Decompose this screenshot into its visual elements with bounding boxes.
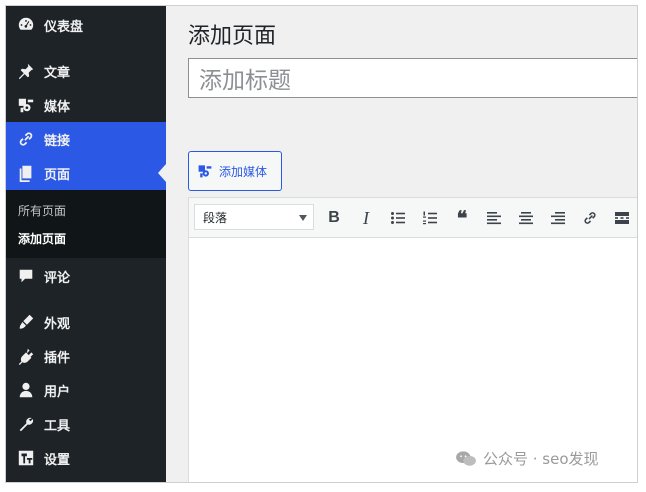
watermark: 公众号 · seo发现 bbox=[455, 448, 599, 469]
sidebar-item-label: 用户 bbox=[44, 384, 71, 400]
pages-submenu: 所有页面 添加页面 bbox=[6, 190, 166, 258]
sidebar-item-settings[interactable]: 设置 bbox=[6, 441, 166, 475]
link-icon bbox=[16, 129, 36, 149]
sidebar-item-comments[interactable]: 评论 bbox=[6, 259, 166, 293]
insert-link-button[interactable] bbox=[580, 208, 600, 228]
sidebar-item-links[interactable]: 链接 bbox=[6, 122, 166, 156]
read-more-icon bbox=[615, 212, 629, 224]
link-icon bbox=[584, 212, 596, 224]
content-editor[interactable]: 段落 B I ❝ bbox=[188, 197, 637, 482]
format-select-value: 段落 bbox=[203, 210, 228, 225]
add-media-label: 添加媒体 bbox=[219, 164, 268, 179]
sidebar-item-tools[interactable]: 工具 bbox=[6, 407, 166, 441]
sidebar-item-label: 评论 bbox=[44, 270, 71, 286]
sidebar-item-label: 插件 bbox=[44, 350, 71, 366]
sidebar-item-label: 设置 bbox=[44, 452, 71, 468]
sidebar-item-appearance[interactable]: 外观 bbox=[6, 305, 166, 339]
bullet-list-icon bbox=[391, 212, 405, 224]
comment-icon bbox=[16, 266, 36, 286]
format-select[interactable]: 段落 bbox=[194, 204, 314, 230]
sidebar-item-label: 链接 bbox=[44, 133, 71, 149]
blockquote-button[interactable]: ❝ bbox=[452, 208, 472, 230]
align-center-button[interactable] bbox=[516, 208, 536, 228]
media-icon bbox=[16, 95, 36, 115]
watermark-text: 公众号 · seo发现 bbox=[483, 450, 599, 468]
brush-icon bbox=[16, 312, 36, 332]
screenshot-frame: 仪表盘 文章 媒体 链接 页面 所有页面 添加页面 评论 外观 插件 用户 工具… bbox=[5, 5, 638, 483]
align-right-button[interactable] bbox=[548, 208, 568, 228]
sidebar-item-users[interactable]: 用户 bbox=[6, 373, 166, 407]
numbered-list-button[interactable] bbox=[420, 208, 440, 228]
settings-icon bbox=[16, 448, 36, 468]
sidebar-item-pages[interactable]: 页面 bbox=[6, 156, 166, 190]
sidebar-item-label: 页面 bbox=[44, 167, 71, 183]
add-media-button[interactable]: 添加媒体 bbox=[188, 151, 282, 191]
sidebar-item-label: 工具 bbox=[44, 418, 71, 434]
italic-button[interactable]: I bbox=[356, 208, 376, 228]
media-icon bbox=[198, 165, 212, 178]
admin-sidebar: 仪表盘 文章 媒体 链接 页面 所有页面 添加页面 评论 外观 插件 用户 工具… bbox=[6, 6, 166, 482]
plugin-icon bbox=[16, 346, 36, 366]
submenu-add-page[interactable]: 添加页面 bbox=[18, 230, 66, 247]
align-center-icon bbox=[519, 212, 533, 225]
sidebar-item-label: 媒体 bbox=[44, 99, 71, 115]
post-title-input[interactable]: 添加标题 bbox=[188, 58, 637, 98]
dashboard-icon bbox=[16, 15, 36, 35]
page-title: 添加页面 bbox=[188, 24, 277, 49]
align-left-icon bbox=[487, 212, 501, 225]
user-icon bbox=[16, 380, 36, 400]
submenu-all-pages[interactable]: 所有页面 bbox=[18, 202, 66, 219]
bold-button[interactable]: B bbox=[324, 208, 344, 228]
title-placeholder: 添加标题 bbox=[199, 68, 291, 94]
sidebar-item-label: 仪表盘 bbox=[44, 19, 84, 35]
sidebar-item-label: 外观 bbox=[44, 316, 71, 332]
sidebar-item-posts[interactable]: 文章 bbox=[6, 54, 166, 88]
align-right-icon bbox=[551, 212, 565, 225]
numbered-list-icon bbox=[423, 211, 437, 225]
chevron-down-icon bbox=[299, 215, 307, 221]
wrench-icon bbox=[16, 414, 36, 434]
read-more-button[interactable] bbox=[612, 208, 632, 228]
align-left-button[interactable] bbox=[484, 208, 504, 228]
sidebar-item-plugins[interactable]: 插件 bbox=[6, 339, 166, 373]
page-icon bbox=[16, 163, 36, 183]
wechat-icon bbox=[456, 450, 476, 466]
sidebar-item-dashboard[interactable]: 仪表盘 bbox=[6, 8, 166, 42]
sidebar-item-label: 文章 bbox=[44, 65, 71, 81]
pushpin-icon bbox=[16, 61, 36, 81]
main-content: 添加页面 添加标题 添加媒体 段落 B I ❝ bbox=[166, 6, 637, 482]
editor-toolbar: 段落 B I ❝ bbox=[189, 198, 637, 238]
sidebar-item-media[interactable]: 媒体 bbox=[6, 88, 166, 122]
bullet-list-button[interactable] bbox=[388, 208, 408, 228]
